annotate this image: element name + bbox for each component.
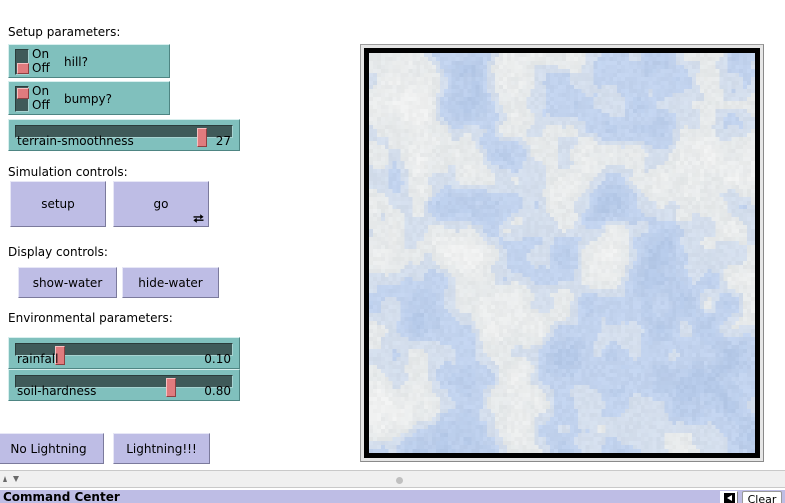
switch-hill-on-label: On <box>32 47 50 61</box>
triangle-up-icon <box>3 476 7 482</box>
go-button[interactable]: go <box>113 181 209 227</box>
switch-bumpy-off-label: Off <box>32 98 50 112</box>
command-center-title: Command Center <box>3 490 120 503</box>
switch-bumpy-name: bumpy? <box>64 92 112 106</box>
setup-button[interactable]: setup <box>10 181 106 227</box>
hide-water-button[interactable]: hide-water <box>122 267 219 298</box>
slider-soil-hardness-value: 0.80 <box>204 384 231 398</box>
switch-bumpy-states: On Off <box>32 84 50 112</box>
slider-terrain-smoothness-value: 27 <box>215 134 231 148</box>
world-view-frame <box>360 44 764 462</box>
hide-water-button-label: hide-water <box>138 275 203 290</box>
slider-terrain-smoothness-name: terrain-smoothness <box>17 134 134 148</box>
slider-soil-hardness-knob[interactable] <box>166 378 176 397</box>
environmental-parameters-label: Environmental parameters: <box>8 311 173 325</box>
switch-bumpy[interactable]: On Off bumpy? <box>8 81 170 115</box>
command-center-bar: Command Center Clear <box>0 490 785 503</box>
switch-bumpy-on-label: On <box>32 84 50 98</box>
setup-button-label: setup <box>41 197 75 211</box>
arrow-toggle-icon[interactable] <box>720 491 738 503</box>
slider-rainfall-name: rainfall <box>17 352 59 366</box>
loop-forever-icon <box>192 212 205 225</box>
world-view[interactable] <box>369 53 755 453</box>
display-controls-label: Display controls: <box>8 245 108 259</box>
triangle-down-icon <box>13 476 19 482</box>
switch-hill-knob[interactable] <box>17 63 29 74</box>
slider-soil-hardness-name: soil-hardness <box>17 384 97 398</box>
switch-bumpy-knob[interactable] <box>17 88 29 99</box>
switch-bumpy-track[interactable] <box>15 86 29 112</box>
interface-splitter[interactable] <box>0 470 785 488</box>
slider-soil-hardness[interactable]: soil-hardness 0.80 <box>8 369 240 401</box>
clear-button[interactable]: Clear <box>742 491 782 503</box>
slider-terrain-smoothness[interactable]: terrain-smoothness 27 <box>8 119 240 151</box>
show-water-button-label: show-water <box>32 275 103 290</box>
switch-hill-name: hill? <box>64 55 88 69</box>
switch-hill-off-label: Off <box>32 61 50 75</box>
switch-hill-track[interactable] <box>15 49 29 75</box>
simulation-controls-label: Simulation controls: <box>8 165 128 179</box>
lightning-button[interactable]: Lightning!!! <box>113 433 210 464</box>
lightning-button-label: Lightning!!! <box>126 441 197 456</box>
clear-button-label: Clear <box>747 492 777 503</box>
no-lightning-button[interactable]: No Lightning <box>0 433 104 464</box>
splitter-arrows[interactable] <box>1 474 23 487</box>
drag-grip-icon[interactable] <box>396 477 403 484</box>
slider-rainfall[interactable]: rainfall 0.10 <box>8 337 240 369</box>
slider-terrain-smoothness-knob[interactable] <box>197 128 207 147</box>
go-button-label: go <box>153 197 169 211</box>
setup-parameters-label: Setup parameters: <box>8 25 121 39</box>
switch-hill-states: On Off <box>32 47 50 75</box>
switch-hill[interactable]: On Off hill? <box>8 44 170 78</box>
slider-rainfall-value: 0.10 <box>204 352 231 366</box>
netlogo-interface-tab: Setup parameters: On Off hill? On Off bu… <box>0 0 785 503</box>
world-view-border <box>364 48 760 458</box>
no-lightning-button-label: No Lightning <box>10 441 87 456</box>
show-water-button[interactable]: show-water <box>18 267 117 298</box>
